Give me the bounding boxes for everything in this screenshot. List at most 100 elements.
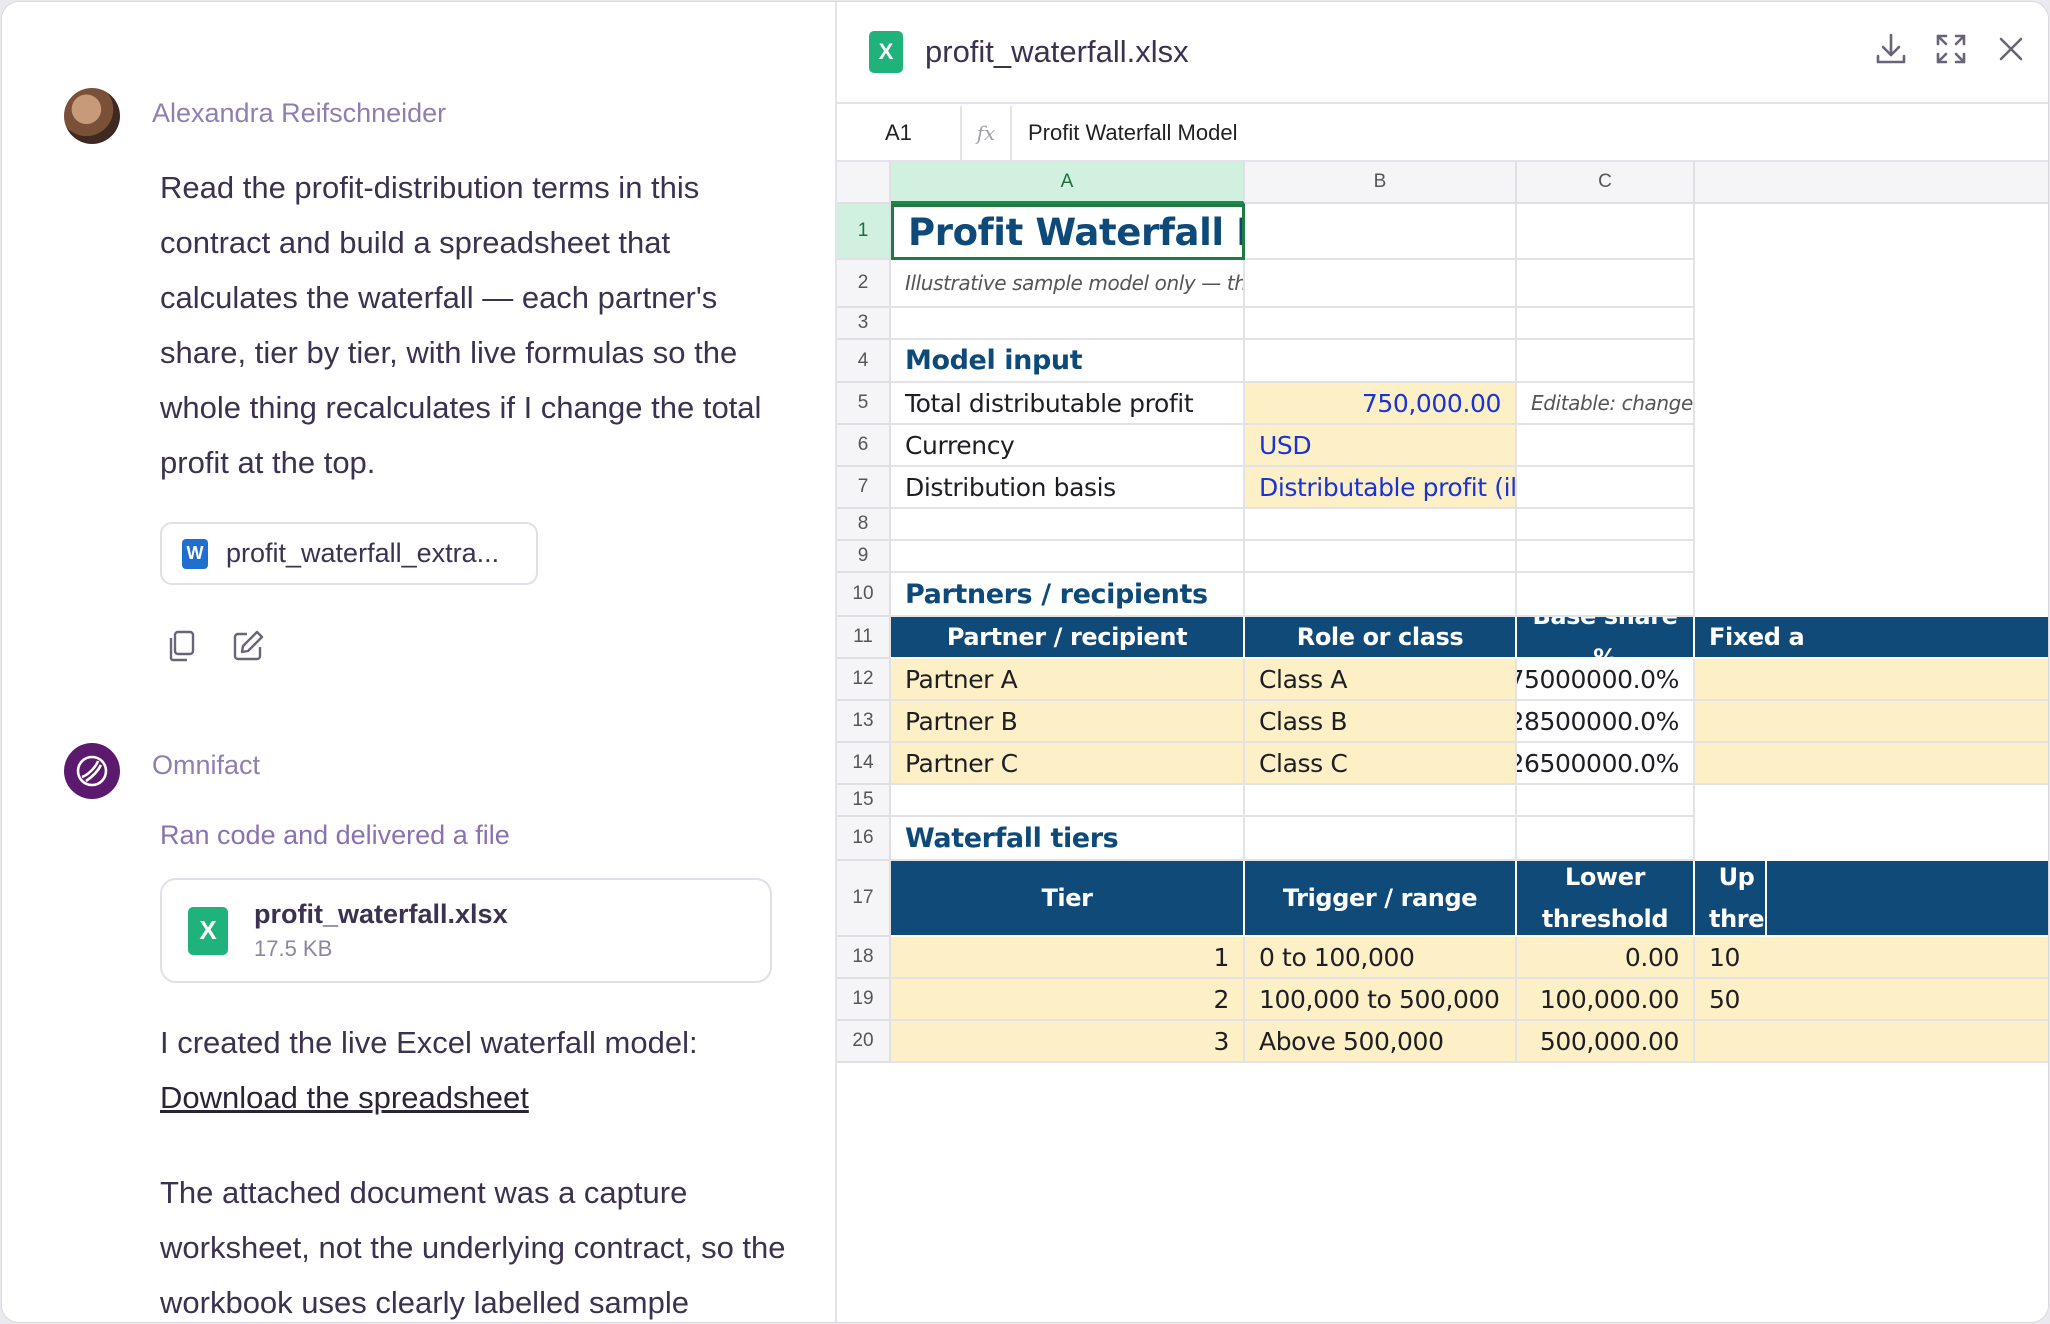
formula-input[interactable]: Profit Waterfall Model <box>1012 120 1237 146</box>
partners-header-cell[interactable]: Fixed a <box>1695 617 2048 659</box>
tier-lower-threshold[interactable]: 500,000.00 <box>1517 1021 1695 1063</box>
cell[interactable] <box>891 308 1245 340</box>
section-model-input[interactable]: Model input <box>891 340 1245 383</box>
cell[interactable] <box>1517 308 1695 340</box>
tier-upper-threshold[interactable]: 50 <box>1695 979 2048 1021</box>
currency-input[interactable]: USD <box>1245 425 1517 467</box>
cell[interactable] <box>1245 541 1517 573</box>
row-header[interactable]: 19 <box>837 979 891 1021</box>
copy-icon[interactable] <box>164 628 200 664</box>
cell[interactable] <box>1517 340 1695 383</box>
cell[interactable] <box>1517 425 1695 467</box>
cell[interactable] <box>891 785 1245 817</box>
cell[interactable] <box>1517 817 1695 861</box>
tier-lower-threshold[interactable]: 100,000.00 <box>1517 979 1695 1021</box>
tier-lower-threshold[interactable]: 0.00 <box>1517 937 1695 979</box>
tier-range[interactable]: 100,000 to 500,000 <box>1245 979 1517 1021</box>
cell[interactable] <box>1517 573 1695 617</box>
cell-reference[interactable]: A1 <box>837 106 962 160</box>
row-header[interactable]: 11 <box>837 617 891 659</box>
cell[interactable] <box>1695 659 2048 701</box>
tiers-header-cell[interactable]: Trigger / range <box>1245 861 1517 937</box>
cell[interactable] <box>1517 509 1695 541</box>
cell[interactable] <box>1517 204 1695 260</box>
partner-class[interactable]: Class B <box>1245 701 1517 743</box>
row-header[interactable]: 15 <box>837 785 891 817</box>
partner-share[interactable]: 75000000.0% <box>1517 659 1695 701</box>
partner-share[interactable]: 28500000.0% <box>1517 701 1695 743</box>
cell[interactable] <box>1517 260 1695 308</box>
edit-icon[interactable] <box>230 628 266 664</box>
download-link[interactable]: Download the spreadsheet <box>160 1070 800 1125</box>
partner-name[interactable]: Partner A <box>891 659 1245 701</box>
tier-upper-threshold[interactable]: 10 <box>1695 937 2048 979</box>
cell[interactable] <box>1245 817 1517 861</box>
tiers-header-cell[interactable]: Lower threshold <box>1517 861 1695 937</box>
cell[interactable] <box>1245 340 1517 383</box>
section-waterfall-tiers[interactable]: Waterfall tiers <box>891 817 1245 861</box>
tiers-header-cell[interactable]: Tier <box>891 861 1245 937</box>
column-header-c[interactable]: C <box>1517 162 1695 204</box>
row-header[interactable]: 5 <box>837 383 891 425</box>
row-header[interactable]: 10 <box>837 573 891 617</box>
tier-number[interactable]: 2 <box>891 979 1245 1021</box>
row-header[interactable]: 9 <box>837 541 891 573</box>
cell[interactable] <box>1695 743 2048 785</box>
cell[interactable] <box>1695 701 2048 743</box>
total-profit-input[interactable]: 750,000.00 <box>1245 383 1517 425</box>
cell[interactable] <box>1245 204 1517 260</box>
cell[interactable] <box>1245 260 1517 308</box>
input-label[interactable]: Distribution basis <box>891 467 1245 509</box>
partner-share[interactable]: 26500000.0% <box>1517 743 1695 785</box>
expand-icon[interactable] <box>1932 30 1970 68</box>
select-all-corner[interactable] <box>837 162 891 204</box>
row-header[interactable]: 18 <box>837 937 891 979</box>
partners-header-cell[interactable]: Role or class <box>1245 617 1517 659</box>
distribution-basis-input[interactable]: Distributable profit (illust... <box>1245 467 1517 509</box>
row-header[interactable]: 14 <box>837 743 891 785</box>
cell[interactable] <box>1517 541 1695 573</box>
cell[interactable] <box>1245 308 1517 340</box>
close-icon[interactable] <box>1992 30 2030 68</box>
input-label[interactable]: Currency <box>891 425 1245 467</box>
tier-range[interactable]: 0 to 100,000 <box>1245 937 1517 979</box>
tier-range[interactable]: Above 500,000 <box>1245 1021 1517 1063</box>
tier-number[interactable]: 1 <box>891 937 1245 979</box>
row-header[interactable]: 4 <box>837 340 891 383</box>
cell[interactable] <box>1245 509 1517 541</box>
partners-header-cell[interactable]: Partner / recipient <box>891 617 1245 659</box>
row-header[interactable]: 2 <box>837 260 891 308</box>
row-header[interactable]: 13 <box>837 701 891 743</box>
row-header[interactable]: 20 <box>837 1021 891 1063</box>
row-header[interactable]: 12 <box>837 659 891 701</box>
attachment-chip[interactable]: W profit_waterfall_extra... <box>160 522 538 585</box>
column-header-a[interactable]: A <box>891 162 1245 204</box>
cell-a2-subtitle[interactable]: Illustrative sample model only — the att… <box>891 260 1245 308</box>
cell[interactable] <box>891 509 1245 541</box>
cell-a1-title[interactable]: Profit Waterfall Model <box>891 204 1245 260</box>
row-header[interactable]: 1 <box>837 204 891 260</box>
row-header[interactable]: 8 <box>837 509 891 541</box>
cell[interactable] <box>1517 785 1695 817</box>
partner-class[interactable]: Class A <box>1245 659 1517 701</box>
cell[interactable] <box>891 541 1245 573</box>
row-header[interactable]: 3 <box>837 308 891 340</box>
partner-class[interactable]: Class C <box>1245 743 1517 785</box>
partner-name[interactable]: Partner B <box>891 701 1245 743</box>
input-note[interactable]: Editable: change t... <box>1517 383 1695 425</box>
partner-name[interactable]: Partner C <box>891 743 1245 785</box>
row-header[interactable]: 17 <box>837 861 891 937</box>
file-card[interactable]: X profit_waterfall.xlsx 17.5 KB <box>160 878 772 983</box>
partners-header-cell[interactable]: Base share % <box>1517 617 1695 659</box>
row-header[interactable]: 6 <box>837 425 891 467</box>
column-header-b[interactable]: B <box>1245 162 1517 204</box>
tier-number[interactable]: 3 <box>891 1021 1245 1063</box>
download-icon[interactable] <box>1872 30 1910 68</box>
input-label[interactable]: Total distributable profit <box>891 383 1245 425</box>
cell[interactable] <box>1245 785 1517 817</box>
tiers-header-cell[interactable]: Up thre <box>1695 861 1767 937</box>
cell[interactable] <box>1245 573 1517 617</box>
row-header[interactable]: 16 <box>837 817 891 861</box>
cell[interactable] <box>1517 467 1695 509</box>
section-partners[interactable]: Partners / recipients <box>891 573 1245 617</box>
